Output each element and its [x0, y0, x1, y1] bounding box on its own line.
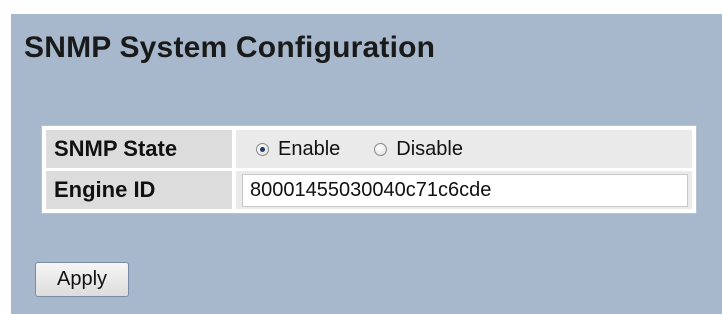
snmp-state-value-cell: Enable Disable — [236, 130, 692, 168]
engine-id-row: Engine ID — [46, 171, 692, 209]
snmp-state-label: SNMP State — [46, 130, 232, 168]
engine-id-value-cell — [236, 171, 692, 209]
enable-radio-label[interactable]: Enable — [278, 138, 340, 161]
disable-radio[interactable] — [374, 142, 388, 156]
disable-radio-label[interactable]: Disable — [396, 138, 463, 161]
page-title: SNMP System Configuration — [24, 31, 436, 64]
engine-id-label: Engine ID — [46, 171, 232, 209]
snmp-state-radio-group: Enable Disable — [256, 130, 463, 168]
snmp-state-row: SNMP State Enable Disable — [46, 130, 692, 168]
apply-button[interactable]: Apply — [35, 262, 129, 297]
enable-radio[interactable] — [256, 142, 269, 156]
snmp-config-table: SNMP State Enable Disable Engine ID — [41, 125, 697, 214]
engine-id-input[interactable] — [242, 174, 688, 207]
